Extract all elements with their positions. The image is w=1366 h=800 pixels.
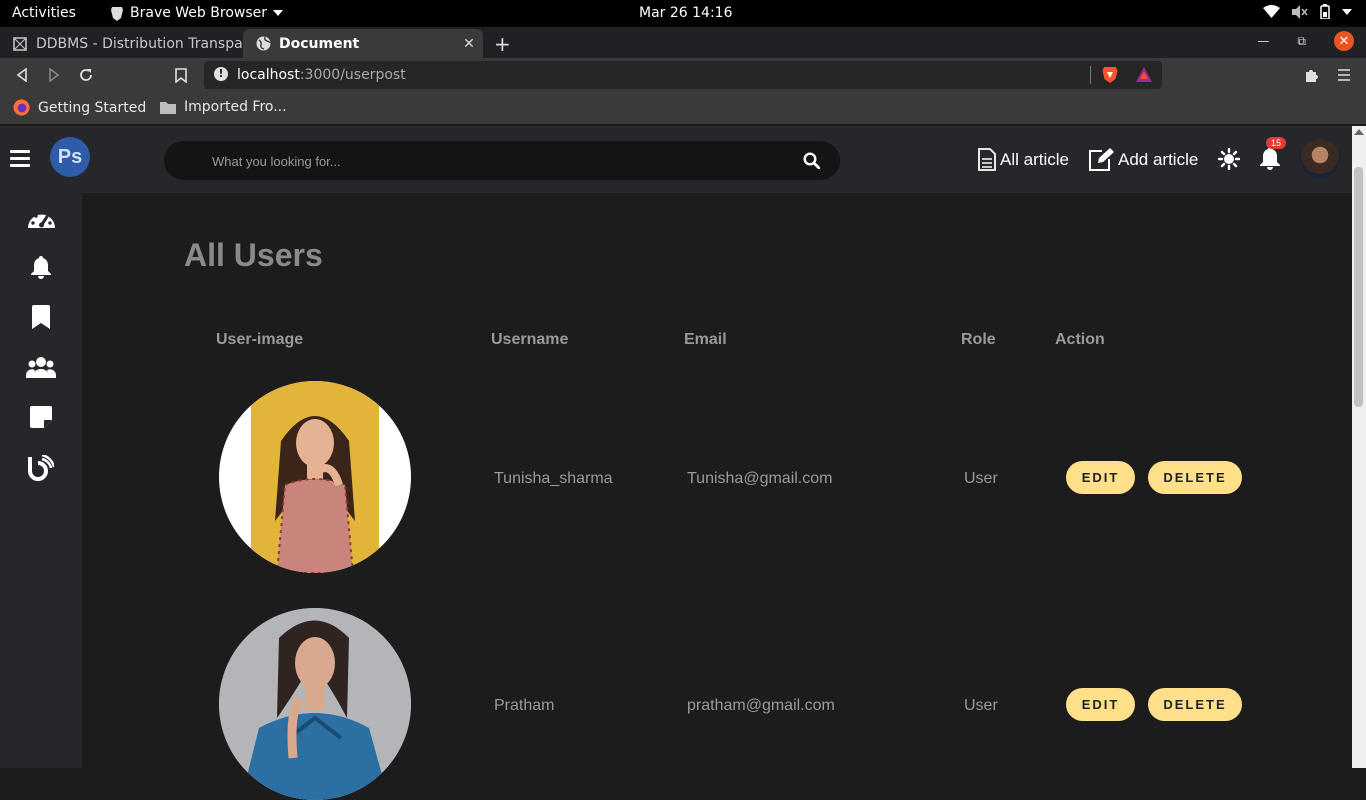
reload-icon[interactable] — [77, 66, 95, 84]
notifications-bell-icon[interactable] — [1259, 146, 1281, 174]
edit-button[interactable]: EDIT — [1066, 461, 1135, 494]
column-header-role: Role — [961, 331, 996, 348]
document-icon — [978, 148, 996, 171]
url-path: :3000/userpost — [299, 67, 406, 83]
dashboard-icon[interactable] — [26, 203, 56, 233]
bell-icon[interactable] — [26, 252, 56, 282]
all-article-label: All article — [1000, 149, 1069, 169]
edit-button[interactable]: EDIT — [1066, 688, 1135, 721]
user-image — [219, 608, 411, 800]
brave-rewards-icon[interactable] — [1136, 67, 1152, 86]
column-header-user-image: User-image — [216, 331, 304, 348]
battery-icon — [1320, 4, 1330, 19]
page-title: All Users — [184, 237, 323, 273]
window-controls: — ⧉ ✕ — [1257, 31, 1354, 51]
bookmark-getting-started[interactable]: Getting Started — [13, 99, 146, 116]
role-cell: User — [964, 697, 998, 714]
column-header-email: Email — [684, 331, 727, 348]
bookmarks-bar: Getting Started Imported Fro... — [0, 92, 1366, 124]
column-header-action: Action — [1055, 331, 1105, 348]
url-text[interactable]: localhost:3000/userpost — [237, 67, 406, 83]
delete-button[interactable]: DELETE — [1148, 688, 1242, 721]
user-image — [219, 381, 411, 573]
bookmark-imported-folder[interactable]: Imported Fro... — [160, 99, 287, 115]
search-input[interactable] — [212, 151, 772, 171]
close-window-icon[interactable]: ✕ — [1334, 31, 1354, 51]
scrollbar-thumb[interactable] — [1354, 167, 1363, 407]
app-logo[interactable]: Ps — [50, 137, 90, 177]
edit-icon — [1089, 148, 1114, 171]
activities-button[interactable]: Activities — [12, 5, 76, 21]
url-host: localhost — [237, 67, 300, 83]
tab-strip: DDBMS - Distribution Transpa Document ✕ — [0, 27, 1366, 58]
main-content: All Users User-image Username Email Role… — [82, 193, 1352, 800]
role-cell: User — [964, 470, 998, 487]
app-menu-label: Brave Web Browser — [130, 5, 267, 21]
globe-icon — [255, 36, 271, 52]
folder-icon — [160, 101, 176, 114]
restore-icon[interactable]: ⧉ — [1297, 34, 1306, 49]
browser-toolbar: ! localhost:3000/userpost — [0, 58, 1366, 92]
search-bar — [164, 141, 840, 180]
back-icon[interactable] — [13, 66, 31, 84]
theme-toggle-icon[interactable] — [1217, 147, 1241, 174]
page-favicon-icon — [12, 36, 28, 52]
scroll-up-icon[interactable] — [1354, 129, 1364, 135]
add-article-link[interactable]: Add article — [1088, 148, 1198, 171]
bookmark-icon[interactable] — [26, 302, 56, 332]
column-header-username: Username — [491, 331, 569, 348]
hamburger-menu-icon[interactable] — [10, 150, 30, 167]
menu-icon[interactable] — [1335, 66, 1353, 84]
username-cell: Tunisha_sharma — [494, 470, 613, 487]
wifi-icon — [1263, 5, 1280, 18]
app-menu[interactable]: Brave Web Browser — [110, 5, 283, 21]
email-cell: pratham@gmail.com — [687, 697, 835, 714]
email-cell: Tunisha@gmail.com — [687, 470, 833, 487]
tab-document[interactable]: Document ✕ — [243, 29, 483, 58]
delete-button[interactable]: DELETE — [1148, 461, 1242, 494]
system-top-bar: Activities Brave Web Browser Mar 26 14:1… — [0, 0, 1366, 27]
volume-muted-icon — [1292, 4, 1308, 19]
tab-title: Document — [279, 35, 360, 52]
clock[interactable]: Mar 26 14:16 — [639, 5, 732, 21]
blog-icon[interactable] — [26, 453, 56, 483]
extensions-icon[interactable] — [1303, 66, 1321, 84]
all-article-link[interactable]: All article — [978, 148, 1069, 171]
note-icon[interactable] — [26, 402, 56, 432]
new-tab-button[interactable]: + — [494, 32, 511, 56]
user-avatar[interactable] — [1300, 139, 1340, 179]
chevron-down-icon — [1342, 8, 1352, 15]
forward-icon[interactable] — [45, 66, 63, 84]
sidebar — [0, 193, 82, 768]
notification-badge: 15 — [1266, 137, 1287, 149]
bookmark-label: Getting Started — [38, 99, 147, 116]
add-article-label: Add article — [1118, 149, 1199, 169]
tab-ddbms[interactable]: DDBMS - Distribution Transpa — [0, 29, 242, 58]
username-cell: Pratham — [494, 697, 555, 714]
close-tab-icon[interactable]: ✕ — [459, 36, 479, 52]
brave-shields-icon[interactable] — [1102, 66, 1118, 88]
site-info-icon[interactable]: ! — [214, 67, 228, 81]
chevron-down-icon — [273, 10, 283, 16]
firefox-icon — [13, 99, 30, 116]
app-header: Ps All article Add article 15 — [0, 126, 1352, 193]
tab-title: DDBMS - Distribution Transpa — [36, 35, 242, 52]
divider — [1090, 66, 1091, 84]
address-bar[interactable]: ! localhost:3000/userpost — [204, 61, 1162, 89]
system-tray[interactable] — [1263, 4, 1352, 19]
bookmark-page-icon[interactable] — [172, 66, 190, 84]
search-icon[interactable] — [803, 152, 821, 173]
users-icon[interactable] — [26, 352, 56, 382]
bookmark-label: Imported Fro... — [184, 99, 287, 115]
brave-lion-icon — [111, 6, 123, 21]
minimize-icon[interactable]: — — [1257, 34, 1269, 48]
